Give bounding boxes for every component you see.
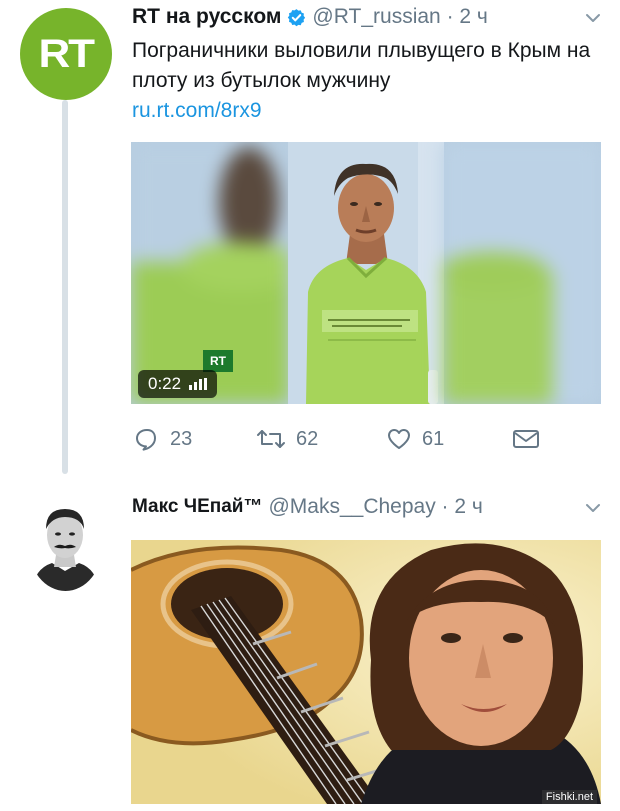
rt-avatar[interactable]: RT <box>20 8 112 100</box>
video-duration: 0:22 <box>148 374 182 393</box>
reply-icon <box>136 429 156 451</box>
like-icon <box>388 429 410 449</box>
maks-avatar[interactable] <box>28 497 103 591</box>
verified-badge-icon <box>287 8 306 27</box>
tweet1-link[interactable]: ru.rt.com/8rx9 <box>132 96 262 126</box>
tweet2-handle-time[interactable]: @Maks__Chepay · 2 ч <box>268 495 482 519</box>
tweet1-handle-time[interactable]: @RT_russian · 2 ч <box>312 5 487 29</box>
tweet1-video[interactable]: RT 0:22 <box>131 142 601 404</box>
maks-avatar-portrait <box>28 497 103 591</box>
tweet2-image[interactable]: Fishki.net <box>131 540 601 804</box>
volume-icon[interactable] <box>189 378 208 390</box>
tweet1-author-name[interactable]: RT на русском <box>132 5 281 29</box>
retweet-count: 62 <box>296 427 319 450</box>
tweet1-text: Пограничники выловили плывущего в Крым н… <box>132 39 591 92</box>
video-blurred-right-panel <box>443 142 601 404</box>
message-icon <box>513 430 539 448</box>
thread-connector-line <box>62 100 68 474</box>
reply-button[interactable]: 23 <box>134 422 192 456</box>
tweet2-header: Макс ЧЕпай™ @Maks__Chepay · 2 ч <box>132 493 602 521</box>
retweet-icon <box>257 430 285 448</box>
reply-count: 23 <box>170 427 193 450</box>
tweet2-photo-guitarist <box>131 540 601 804</box>
chevron-down-icon[interactable] <box>584 499 602 517</box>
rt-avatar-logo-text: RT <box>38 31 95 76</box>
like-button[interactable]: 61 <box>386 422 444 456</box>
direct-message-button[interactable] <box>512 422 540 456</box>
video-frame-man <box>288 142 444 404</box>
rt-video-badge: RT <box>203 350 233 372</box>
tweet1-header: RT на русском @RT_russian · 2 ч <box>132 3 602 31</box>
video-duration-pill: 0:22 <box>138 370 218 398</box>
fishki-watermark: Fishki.net <box>541 790 597 804</box>
retweet-button[interactable]: 62 <box>256 422 318 456</box>
chevron-down-icon[interactable] <box>584 9 602 27</box>
tweet2-author-name[interactable]: Макс ЧЕпай™ <box>132 496 262 518</box>
tweet1-action-bar: 23 62 61 <box>132 422 602 456</box>
like-count: 61 <box>422 427 445 450</box>
